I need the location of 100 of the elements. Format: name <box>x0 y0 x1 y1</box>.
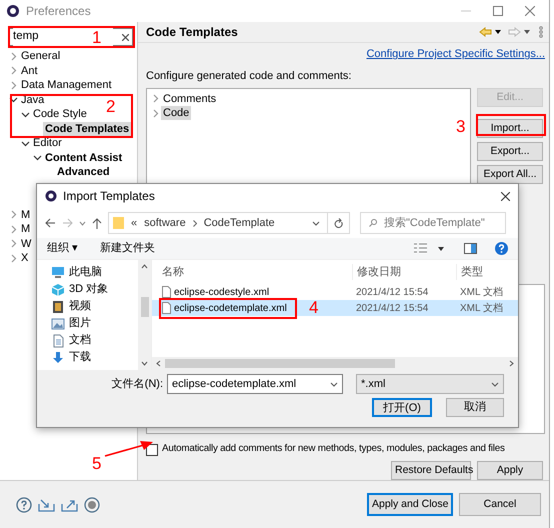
file-type-text: *.xml <box>361 376 386 392</box>
file-row[interactable]: eclipse-codestyle.xml 2021/4/12 15:54 XML 文档 <box>152 284 518 300</box>
checkbox-label: Automatically add comments for new methods, types, modules, packages and files <box>162 442 505 456</box>
back-icon[interactable] <box>45 218 56 228</box>
chevron-right-icon[interactable] <box>9 66 18 76</box>
file-row[interactable]: eclipse-codetemplate.xml 4 2021/4/12 15:54 XML 文档 <box>152 300 518 316</box>
chevron-right-icon[interactable] <box>9 239 18 248</box>
help-icon[interactable] <box>495 242 508 255</box>
action-button[interactable]: Apply <box>477 461 543 480</box>
tree-item[interactable]: W <box>19 236 34 251</box>
scrollbar[interactable] <box>152 357 518 370</box>
clear-icon[interactable] <box>122 34 129 40</box>
side-button[interactable]: Export... <box>477 142 543 162</box>
chevron-down-icon[interactable] <box>33 153 42 162</box>
file-type: XML 文档 <box>459 286 504 300</box>
template-item[interactable]: Comments <box>161 92 218 106</box>
more-icon[interactable] <box>539 26 543 38</box>
nav-item[interactable]: 文档 <box>51 332 138 349</box>
record-icon[interactable] <box>84 496 100 512</box>
window-title: Preferences <box>26 3 91 20</box>
column-header[interactable]: 类型 <box>456 264 518 280</box>
tree-item[interactable]: Editor <box>31 136 64 150</box>
nav-item[interactable]: 图片 <box>51 315 138 332</box>
file-type: XML 文档 <box>459 302 504 316</box>
scrollbar[interactable] <box>138 260 151 370</box>
search-icon <box>369 219 377 227</box>
dialog-button[interactable]: 取消 <box>446 398 504 417</box>
dialog-button[interactable]: 打开(O) <box>372 398 432 417</box>
step-number: 1 <box>92 29 102 46</box>
film-icon <box>51 300 65 314</box>
tree-item[interactable]: Code Templates <box>43 122 132 136</box>
new-folder-button[interactable]: 新建文件夹 <box>100 240 156 257</box>
step-number: 3 <box>456 118 466 135</box>
chevron-down-icon[interactable] <box>330 382 338 386</box>
picture-icon <box>51 316 65 330</box>
column-header[interactable]: 修改日期 <box>352 264 456 280</box>
tree-item[interactable]: Ant <box>19 64 40 78</box>
organize-menu[interactable]: 组织 ▾ <box>47 240 78 257</box>
export-icon[interactable] <box>61 498 78 512</box>
file-icon <box>162 302 171 314</box>
tree-item[interactable]: Advanced <box>55 165 112 180</box>
chevron-right-icon[interactable] <box>9 254 18 263</box>
chevron-right-icon[interactable] <box>9 52 18 61</box>
file-type-select[interactable]: *.xml <box>356 374 504 394</box>
address-bar[interactable]: « software CodeTemplate <box>108 212 350 234</box>
dropdown-icon[interactable] <box>495 30 501 34</box>
dialog-button[interactable]: Apply and Close <box>367 493 453 516</box>
scroll-left-icon[interactable] <box>156 360 161 367</box>
preview-pane-icon[interactable] <box>464 243 477 254</box>
highlight-frame <box>476 114 546 136</box>
scroll-up-icon[interactable] <box>141 264 148 269</box>
nav-item[interactable]: 视频 <box>51 298 138 315</box>
path-overflow[interactable]: « <box>131 214 138 232</box>
dropdown-icon[interactable] <box>438 246 444 250</box>
maximize-icon[interactable] <box>493 6 503 16</box>
view-options-icon[interactable] <box>414 243 428 254</box>
help-icon[interactable] <box>16 496 32 512</box>
tree-item[interactable]: X <box>19 251 30 266</box>
chevron-right-icon[interactable] <box>9 80 18 90</box>
chevron-right-icon[interactable] <box>9 210 18 220</box>
path-segment[interactable]: software <box>144 214 186 232</box>
action-button[interactable]: Restore Defaults <box>391 461 471 480</box>
nav-item[interactable]: 3D 对象 <box>51 281 138 298</box>
chevron-down-icon[interactable] <box>491 382 499 386</box>
scroll-down-icon[interactable] <box>141 361 148 366</box>
chevron-down-icon[interactable] <box>21 110 30 119</box>
dropdown-icon[interactable] <box>524 30 530 34</box>
computer-icon <box>51 266 65 280</box>
scroll-right-icon[interactable] <box>509 360 514 367</box>
path-segment[interactable]: CodeTemplate <box>204 214 275 232</box>
scroll-thumb[interactable] <box>140 297 148 317</box>
tree-item[interactable]: Data Management <box>19 78 114 92</box>
side-button[interactable]: Export All... <box>477 165 543 184</box>
folder-icon <box>113 217 124 229</box>
file-icon <box>162 286 171 298</box>
up-icon[interactable] <box>92 218 102 228</box>
close-icon[interactable] <box>501 192 510 200</box>
nav-item[interactable]: 下载 <box>51 349 138 366</box>
search-field[interactable]: 搜索"CodeTemplate" <box>360 212 506 234</box>
tree-item[interactable]: Code Style <box>31 107 89 122</box>
file-name: eclipse-codestyle.xml <box>174 286 270 300</box>
import-icon[interactable] <box>38 498 55 512</box>
scroll-thumb[interactable] <box>165 359 395 368</box>
tree-item[interactable]: Content Assist <box>43 150 124 165</box>
tree-item[interactable]: Java <box>19 92 46 107</box>
dialog-button[interactable]: Cancel <box>459 493 541 516</box>
tree-item[interactable]: General <box>19 49 62 64</box>
chevron-right-icon[interactable] <box>9 224 18 234</box>
filename-field[interactable]: eclipse-codetemplate.xml <box>167 374 343 394</box>
chevron-down-icon[interactable] <box>9 95 18 104</box>
filename-label: 文件名(N): <box>112 376 163 392</box>
tree-item[interactable]: M <box>19 208 32 222</box>
checkbox[interactable] <box>146 444 158 456</box>
template-item[interactable]: Code <box>161 106 192 120</box>
tree-item[interactable]: M <box>19 222 32 236</box>
chevron-down-icon[interactable] <box>312 220 320 226</box>
chevron-down-icon[interactable] <box>21 138 30 148</box>
nav-item[interactable]: 此电脑 <box>51 264 138 281</box>
column-header[interactable]: 名称 <box>152 264 352 280</box>
project-settings-link[interactable]: Configure Project Specific Settings... <box>366 46 545 63</box>
